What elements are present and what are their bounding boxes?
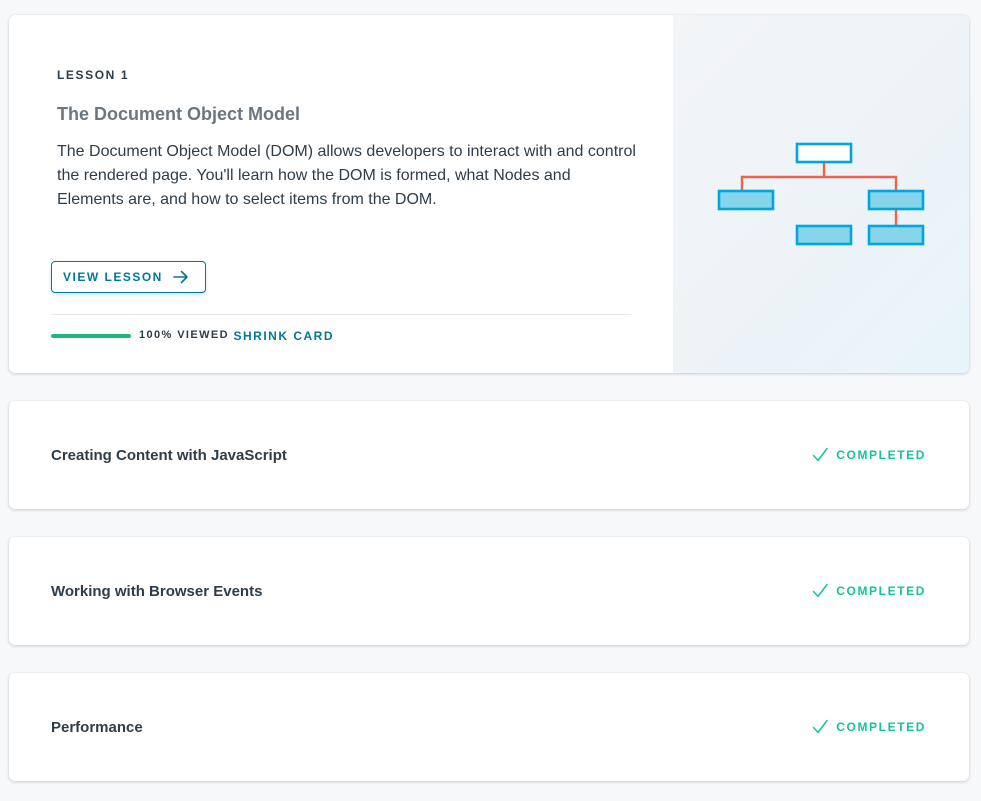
- view-lesson-button[interactable]: VIEW LESSON: [51, 261, 206, 293]
- lesson-description: The Document Object Model (DOM) allows d…: [57, 143, 636, 208]
- lesson-card[interactable]: Performance COMPLETED: [9, 673, 969, 781]
- lesson-illustration-panel: [673, 15, 969, 373]
- lesson-title: The Document Object Model: [57, 104, 301, 124]
- shrink-card-link[interactable]: SHRINK CARD: [234, 329, 335, 343]
- lesson-status: COMPLETED: [812, 401, 926, 509]
- lesson-number: LESSON 1: [57, 68, 130, 82]
- dom-tree-diagram-icon: [717, 142, 925, 246]
- lesson-card-content: LESSON 1 The Document Object Model The D…: [9, 15, 673, 373]
- lesson-card[interactable]: Working with Browser Events COMPLETED: [9, 537, 969, 645]
- lesson-card-expanded: LESSON 1 The Document Object Model The D…: [9, 15, 969, 373]
- progress-bar-fill: [51, 334, 131, 338]
- progress-label: 100% VIEWED: [139, 329, 229, 341]
- arrow-right-icon: [173, 270, 188, 284]
- check-icon: [813, 447, 829, 462]
- lesson-card-title: Working with Browser Events: [51, 582, 263, 600]
- card-divider: [51, 314, 631, 315]
- lesson-status: COMPLETED: [812, 673, 926, 781]
- lesson-card-title: Performance: [51, 718, 143, 736]
- completed-label: COMPLETED: [836, 584, 926, 598]
- check-icon: [813, 719, 829, 734]
- progress-bar: [51, 334, 131, 338]
- check-icon: [813, 583, 829, 598]
- lesson-card[interactable]: Creating Content with JavaScript COMPLET…: [9, 401, 969, 509]
- completed-label: COMPLETED: [836, 720, 926, 734]
- view-lesson-label: VIEW LESSON: [63, 270, 163, 284]
- completed-label: COMPLETED: [836, 448, 926, 462]
- lesson-card-title: Creating Content with JavaScript: [51, 446, 287, 464]
- lesson-status: COMPLETED: [812, 537, 926, 645]
